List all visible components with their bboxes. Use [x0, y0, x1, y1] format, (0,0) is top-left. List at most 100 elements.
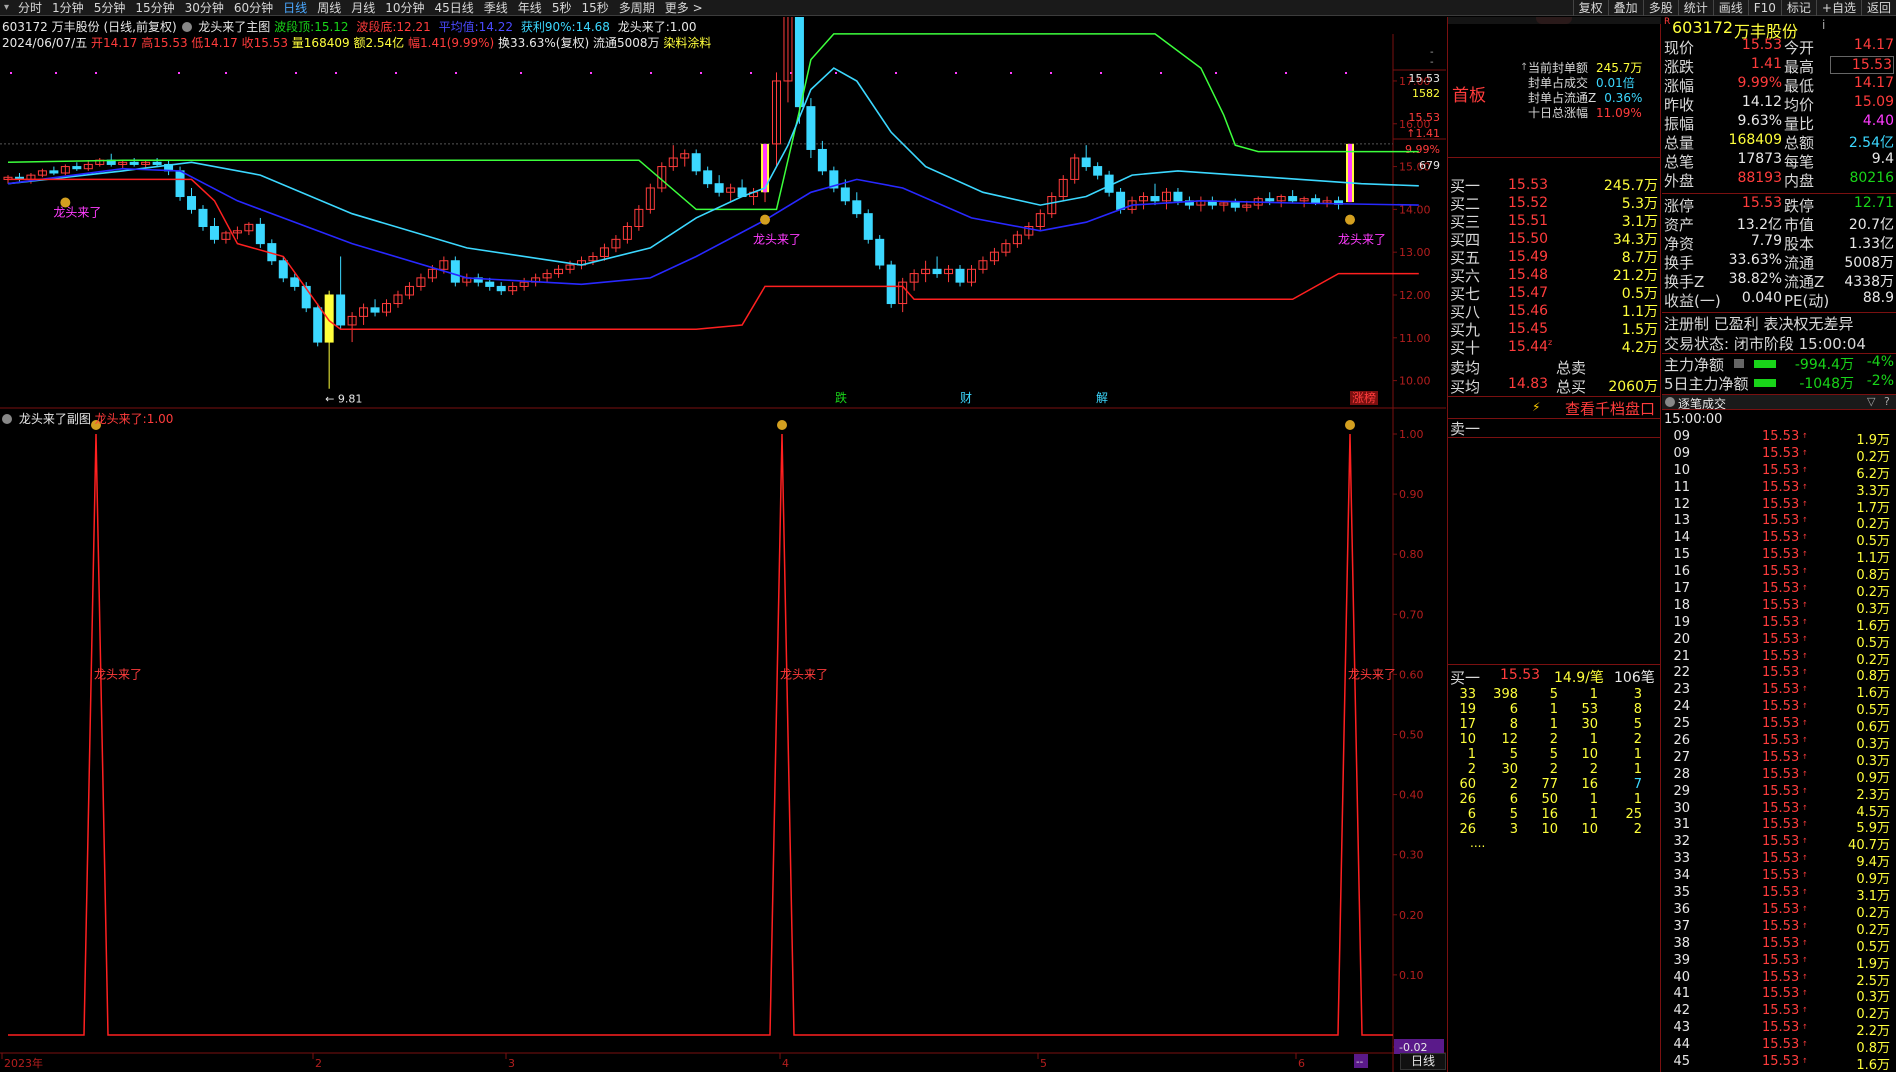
period-tab[interactable]: 季线	[479, 0, 513, 16]
period-button[interactable]: 日线	[1400, 1053, 1446, 1070]
sub-indicator-name[interactable]: 龙头来了副图	[19, 412, 91, 426]
queue-cell: 60	[1459, 777, 1476, 792]
toolbar-button[interactable]: 统计	[1677, 0, 1713, 16]
quote-row: 外盘 88193 内盘 80216	[1662, 170, 1896, 190]
candle-body	[1348, 143, 1352, 203]
buy-level-row[interactable]: 买九 15.45 1.5万	[1448, 320, 1661, 339]
period-tab[interactable]: 多周期	[614, 0, 660, 16]
toolbar-button[interactable]: 多股	[1642, 0, 1678, 16]
buy-level-row[interactable]: 买四 15.50 34.3万	[1448, 230, 1661, 249]
huolv-label: 获利90%:	[520, 20, 576, 34]
qiandang-row[interactable]: ⚡ 查看千档盘口	[1448, 398, 1661, 419]
buy-level-price: 15.52	[1508, 195, 1549, 211]
quote-label: 涨幅	[1664, 77, 1695, 95]
tick-time: 27	[1673, 749, 1690, 765]
dropdown-icon[interactable]: ▾	[0, 2, 13, 13]
buy-avg-row: 买均 14.83 总买 2060万	[1448, 376, 1661, 396]
tick-row: 36 15.53 ↑ 0.2万	[1662, 902, 1896, 921]
period-tab[interactable]: 45日线	[430, 0, 479, 16]
period-tab[interactable]: 60分钟	[229, 0, 278, 16]
sub-settings-icon[interactable]	[2, 414, 12, 424]
indicator-name[interactable]: 龙头来了主图	[198, 20, 270, 34]
x-axis-label: 2	[315, 1057, 322, 1070]
queue-row: 2 30 2 2 1	[1448, 762, 1661, 777]
event-label[interactable]: 涨榜	[1352, 390, 1376, 405]
period-tab[interactable]: 年线	[513, 0, 547, 16]
period-tab[interactable]: 30分钟	[180, 0, 229, 16]
ticks-settings-icon[interactable]	[1665, 397, 1675, 407]
queue-cell: 2	[1509, 777, 1518, 792]
period-tab[interactable]: 15分钟	[130, 0, 179, 16]
axis-info-label: 9.99%	[1405, 143, 1440, 156]
chart-area[interactable]: 17.00 16.00 15.00 14.00 13.00 12.00 11.00 10.00…	[0, 17, 1446, 1072]
tick-price: 15.53	[1762, 665, 1800, 681]
buy-levels: 买一 15.53 245.7万 买二 15.52 5.3万 买三 15.51 3.1万 买四 15.…	[1448, 176, 1661, 357]
period-tab[interactable]: 5分钟	[89, 0, 131, 16]
period-tab[interactable]: 更多 >	[660, 0, 708, 16]
queue-row: 60 2 77 16 7	[1448, 777, 1661, 792]
axis-info-label: ↑1.41	[1406, 127, 1440, 140]
period-tab[interactable]: 周线	[312, 0, 346, 16]
kline-chart[interactable]: 17.0016.0015.0014.0013.0012.0011.0010.00…	[0, 17, 1446, 1072]
toolbar-button[interactable]: 返回	[1860, 0, 1896, 16]
buy-level-row[interactable]: 买二 15.52 5.3万	[1448, 194, 1661, 213]
sub-axis-label: 0.80	[1399, 548, 1424, 561]
toolbar-button[interactable]: +自选	[1815, 0, 1861, 16]
queue-avg: 14.9/笔	[1554, 670, 1604, 686]
tick-row: 42 15.53 ↑ 0.2万	[1662, 1003, 1896, 1022]
buy-level-row[interactable]: 买一 15.53 245.7万	[1448, 176, 1661, 195]
tick-row: 30 15.53 ↑ 4.5万	[1662, 800, 1896, 820]
quote-panel: 首板 ↑ 当前封单额 245.7万 封单占成交 0.01倍 封单占流通Z 0.36% 十日总涨…	[1447, 17, 1896, 1072]
event-label[interactable]: 解	[1096, 391, 1108, 405]
help-icon[interactable]: ?	[1884, 395, 1890, 408]
buy-level-row[interactable]: 买十 15.44 z 4.2万	[1448, 338, 1661, 357]
toolbar-button[interactable]: 叠加	[1607, 0, 1643, 16]
period-tab[interactable]: 日线	[278, 0, 312, 16]
fund-label: 换手Z	[1664, 273, 1705, 291]
period-tab[interactable]: 10分钟	[380, 0, 429, 16]
settings-icon[interactable]	[182, 22, 193, 32]
toolbar-button[interactable]: 复权	[1572, 0, 1608, 16]
candle-body	[932, 268, 942, 275]
toolbar-button[interactable]: 画线	[1712, 0, 1748, 16]
tick-row: 45 15.53 ↑ 1.6万	[1662, 1054, 1896, 1072]
period-tab[interactable]: 5秒	[547, 0, 577, 16]
flow-info-icon[interactable]	[1734, 359, 1744, 368]
stock-name: 603172 万丰股份	[2, 20, 100, 34]
low-marker: ← 9.81	[325, 393, 362, 406]
tick-time: 17	[1673, 581, 1690, 597]
ticks-list[interactable]: 09 15.53 ↑ 1.9万 09 15.53 ↑ 0.2万 10 15.53 ↑ 6.2万 11 15…	[1662, 429, 1896, 1072]
buy-level-row[interactable]: 买六 15.48 21.2万	[1448, 266, 1661, 285]
queue-cell: 2	[1633, 732, 1642, 747]
period-tab[interactable]: 分时	[13, 0, 47, 16]
seal-info-row: 封单占成交 0.01倍	[1520, 75, 1660, 90]
period-tab[interactable]: 月线	[346, 0, 380, 16]
qiandang-button[interactable]: 查看千档盘口	[1565, 398, 1655, 419]
queue-cell: 17	[1459, 717, 1476, 732]
tick-price: 15.53	[1762, 800, 1800, 816]
tick-up-arrow: ↑	[1802, 888, 1808, 897]
toolbar-button[interactable]: 标记	[1780, 0, 1816, 16]
filter-icon[interactable]: ▽	[1867, 395, 1875, 408]
quote-value: 9.99%	[1737, 75, 1782, 91]
buy-level-volume: 8.7万	[1621, 250, 1658, 266]
period-tab[interactable]: 15秒	[576, 0, 613, 16]
period-tab[interactable]: 1分钟	[47, 0, 89, 16]
tick-row: 40 15.53 ↑ 2.5万	[1662, 970, 1896, 989]
signal-dot	[1100, 72, 1102, 74]
buy-level-row[interactable]: 买七 15.47 0.5万	[1448, 284, 1661, 303]
collapse-handle[interactable]	[1536, 17, 1572, 24]
tick-price: 15.53	[1762, 564, 1800, 580]
info-icon[interactable]: i	[1822, 18, 1825, 32]
candle-body	[863, 213, 873, 240]
tick-price: 15.53	[1762, 530, 1800, 546]
tick-time: 33	[1673, 851, 1690, 867]
tick-price: 15.53	[1762, 445, 1800, 461]
buy-level-row[interactable]: 买八 15.46 1.1万	[1448, 302, 1661, 321]
buy-level-row[interactable]: 买三 15.51 3.1万	[1448, 212, 1661, 231]
event-label[interactable]: 跌	[835, 390, 847, 405]
buy-level-row[interactable]: 买五 15.49 8.7万	[1448, 248, 1661, 267]
blue-line	[7, 167, 1419, 286]
event-label[interactable]: 财	[960, 391, 972, 405]
toolbar-button[interactable]: F10	[1747, 0, 1781, 16]
